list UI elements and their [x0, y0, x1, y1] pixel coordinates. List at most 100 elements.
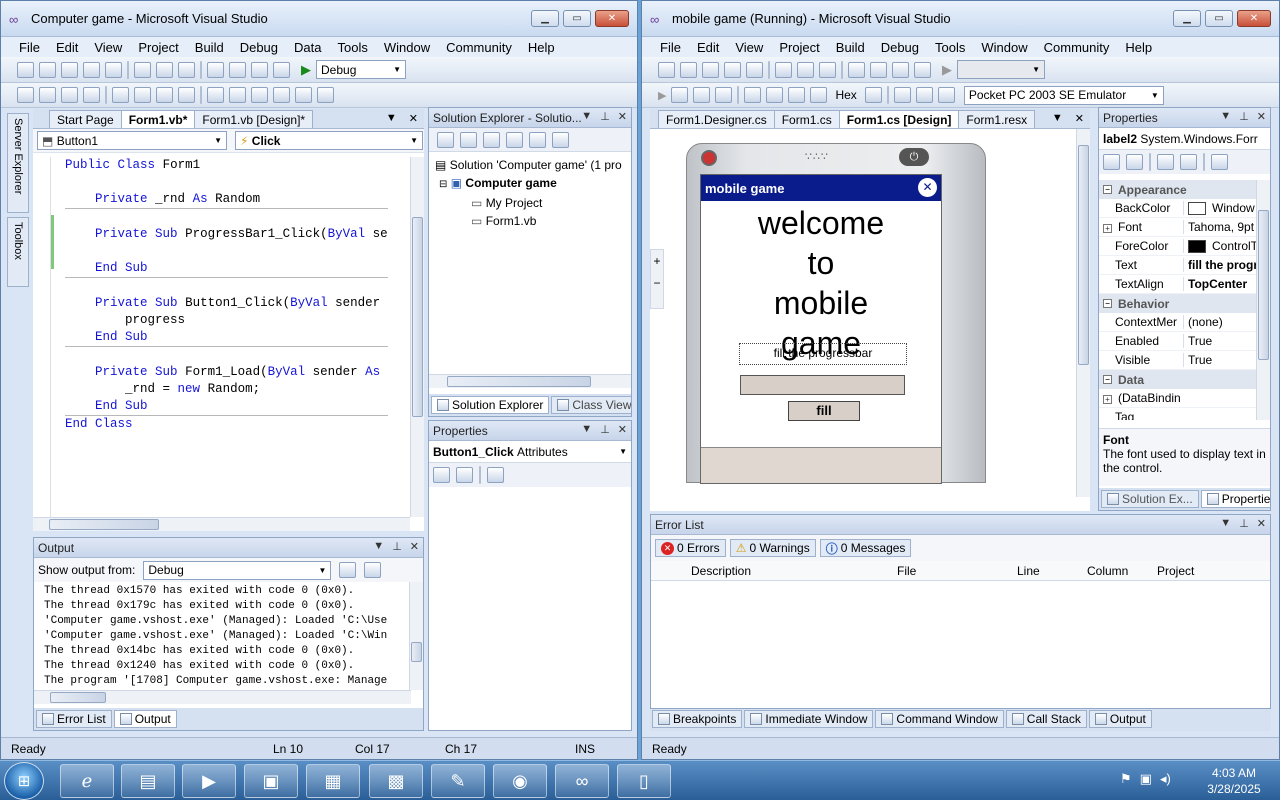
column-file[interactable]: File	[897, 564, 1017, 578]
alphabetical-icon[interactable]	[1126, 154, 1143, 170]
property-value[interactable]: True	[1183, 334, 1258, 348]
output-source-select[interactable]: Debug ▼	[143, 560, 332, 580]
close-icon[interactable]: ✕	[410, 540, 419, 553]
tab-dropdown-icon[interactable]: ▼	[1052, 112, 1063, 125]
menu-community[interactable]: Community	[438, 40, 520, 55]
control-panel-taskbar-icon[interactable]: ▩	[369, 764, 423, 798]
property-grid-vscrollbar[interactable]	[1256, 180, 1270, 420]
form-close-icon[interactable]: ✕	[918, 178, 937, 197]
editor-horizontal-scrollbar[interactable]	[33, 517, 410, 531]
add-item-icon[interactable]	[39, 61, 56, 78]
tab-form1-design[interactable]: Form1.vb [Design]*	[194, 110, 314, 128]
tab-output[interactable]: Output	[113, 710, 177, 728]
fill-button[interactable]: fill	[788, 401, 860, 421]
property-row[interactable]: TextAlign TopCenter	[1099, 275, 1258, 294]
menu-edit[interactable]: Edit	[689, 40, 727, 55]
new-project-icon[interactable]	[658, 61, 675, 78]
property-category[interactable]: − Data	[1099, 370, 1258, 389]
volume-icon[interactable]: ◂)	[1160, 771, 1171, 787]
close-icon[interactable]: ✕	[1257, 517, 1266, 530]
maximize-button[interactable]: ▭	[563, 10, 591, 27]
break-all-icon[interactable]	[671, 87, 689, 103]
minimize-button[interactable]: ▁	[1173, 10, 1201, 27]
menu-tools[interactable]: Tools	[329, 40, 375, 55]
breakpoints-icon[interactable]	[864, 87, 882, 103]
progress-label[interactable]: fill the progressbar	[739, 343, 907, 365]
tab-class-view[interactable]: Class View	[551, 396, 631, 414]
navigate-icon[interactable]	[251, 61, 268, 78]
menu-build[interactable]: Build	[828, 40, 873, 55]
next-bookmark-folder-icon[interactable]	[295, 87, 312, 103]
toolbox-tab[interactable]: Toolbox	[7, 217, 29, 287]
categorized-icon[interactable]	[433, 467, 450, 483]
navigate-forward-icon[interactable]	[273, 61, 290, 78]
comment-icon[interactable]	[156, 87, 173, 103]
next-bookmark-icon[interactable]	[251, 87, 268, 103]
maximize-button[interactable]: ▭	[1205, 10, 1233, 27]
alphabetical-icon[interactable]	[456, 467, 473, 483]
copy-icon[interactable]	[797, 61, 814, 78]
menu-data[interactable]: Data	[286, 40, 329, 55]
restart-icon[interactable]	[715, 87, 733, 103]
code-area[interactable]: Public Class Form1 Private _rnd As Rando…	[33, 157, 410, 517]
clear-output-icon[interactable]	[364, 562, 382, 578]
menu-window[interactable]: Window	[376, 40, 438, 55]
dropdown-icon[interactable]: ▼	[581, 110, 592, 123]
progress-bar[interactable]	[740, 375, 905, 395]
step-over-icon[interactable]	[788, 87, 806, 103]
quick-info-icon[interactable]	[39, 87, 56, 103]
menu-debug[interactable]: Debug	[873, 40, 927, 55]
close-tab-icon[interactable]: ✕	[1075, 112, 1084, 125]
property-row[interactable]: ContextMer (none)	[1099, 313, 1258, 332]
welcome-label[interactable]: welcome to mobile game	[701, 203, 941, 363]
cut-icon[interactable]	[134, 61, 151, 78]
property-pages-icon[interactable]	[487, 467, 504, 483]
menu-debug[interactable]: Debug	[232, 40, 286, 55]
pin-icon[interactable]: ⊥	[1239, 517, 1249, 530]
step-into-icon[interactable]	[766, 87, 784, 103]
expand-icon[interactable]: +	[1103, 224, 1112, 233]
property-row[interactable]: Visible True	[1099, 351, 1258, 370]
media-player-taskbar-icon[interactable]: ▶	[182, 764, 236, 798]
property-category[interactable]: − Behavior	[1099, 294, 1258, 313]
align-right-icon[interactable]	[937, 87, 955, 103]
collapse-icon[interactable]: ⊟	[439, 179, 447, 190]
continue-icon[interactable]: ▶	[942, 62, 952, 78]
menu-view[interactable]: View	[86, 40, 130, 55]
close-button[interactable]: ✕	[1237, 10, 1271, 27]
collapse-icon[interactable]: −	[1103, 375, 1112, 384]
close-icon[interactable]: ✕	[618, 423, 627, 436]
messages-filter[interactable]: ⓘ 0 Messages	[819, 539, 912, 557]
dropdown-icon[interactable]: ▼	[1220, 110, 1231, 123]
designer-vscrollbar[interactable]	[1076, 129, 1090, 497]
scroll-thumb[interactable]	[1078, 145, 1089, 365]
bookmark-icon[interactable]	[207, 87, 224, 103]
open-file-icon[interactable]	[61, 61, 78, 78]
navigate-forward-icon[interactable]	[914, 61, 931, 78]
property-row[interactable]: BackColor Window	[1099, 199, 1258, 218]
property-category[interactable]: − Appearance	[1099, 180, 1258, 199]
menu-file[interactable]: File	[11, 40, 48, 55]
tree-item-form1[interactable]: ▭ Form1.vb	[435, 212, 625, 230]
view-designer-icon[interactable]	[529, 131, 546, 148]
visual-studio-taskbar-icon[interactable]: ∞	[555, 764, 609, 798]
network-icon[interactable]: ▣	[1140, 771, 1152, 787]
menu-help[interactable]: Help	[1117, 40, 1160, 55]
class-diagram-icon[interactable]	[552, 131, 569, 148]
expand-icon[interactable]: +	[1103, 395, 1112, 404]
stop-debugging-icon[interactable]	[693, 87, 711, 103]
solution-node[interactable]: ▤ Solution 'Computer game' (1 pro	[435, 156, 625, 174]
property-row[interactable]: ForeColor ControlT	[1099, 237, 1258, 256]
tab-breakpoints[interactable]: Breakpoints	[652, 710, 743, 728]
tab-dropdown-icon[interactable]: ▼	[386, 112, 397, 125]
paste-icon[interactable]	[819, 61, 836, 78]
show-next-statement-icon[interactable]	[744, 87, 762, 103]
target-device-select[interactable]: Pocket PC 2003 SE Emulator ▼	[963, 85, 1164, 105]
tab-solution-explorer[interactable]: Solution Explorer	[431, 396, 550, 414]
tab-start-page[interactable]: Start Page	[49, 110, 122, 128]
new-project-icon[interactable]	[17, 61, 34, 78]
tab-solution-explorer[interactable]: Solution Ex...	[1101, 490, 1199, 508]
start-debug-icon[interactable]: ▶	[658, 89, 666, 102]
menu-file[interactable]: File	[652, 40, 689, 55]
tab-command-window[interactable]: Command Window	[875, 710, 1004, 728]
